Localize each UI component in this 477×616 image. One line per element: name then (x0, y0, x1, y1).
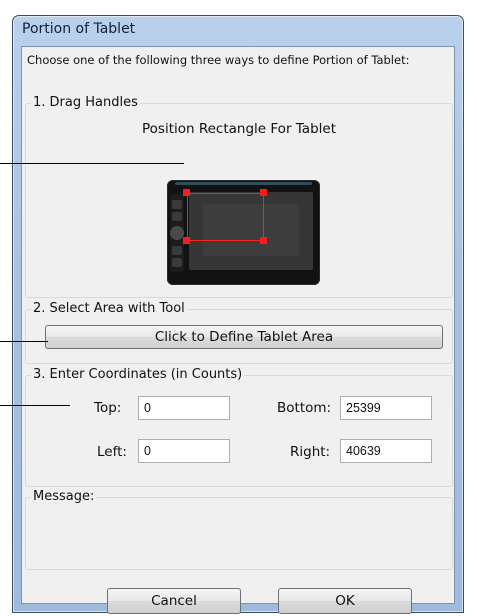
bottom-right-drag-handle[interactable] (260, 237, 267, 244)
top-right-drag-handle[interactable] (260, 189, 267, 196)
callout-line-coordinates (0, 405, 70, 406)
callout-line-select-area (0, 341, 48, 342)
callout-line-drag-handles (0, 163, 184, 164)
ok-button[interactable]: OK (278, 588, 412, 614)
express-key (172, 212, 182, 221)
enter-coordinates-group: 3. Enter Coordinates (in Counts) Top: Bo… (25, 367, 453, 487)
select-area-group: 2. Select Area with Tool Click to Define… (25, 301, 453, 364)
drag-handles-group: 1. Drag Handles Position Rectangle For T… (25, 95, 453, 298)
drag-handles-legend: 1. Drag Handles (31, 95, 140, 111)
bottom-left-drag-handle[interactable] (183, 237, 190, 244)
right-label: Right: (290, 444, 331, 460)
tablet-top-strip (175, 182, 312, 185)
title-bar[interactable]: Portion of Tablet (13, 16, 463, 46)
right-coordinate-input[interactable] (340, 439, 432, 463)
bottom-label: Bottom: (277, 400, 332, 416)
enter-coordinates-legend: 3. Enter Coordinates (in Counts) (31, 367, 245, 383)
message-group: Message: (25, 489, 453, 570)
top-coordinate-input[interactable] (138, 396, 230, 420)
express-key (172, 258, 182, 267)
select-area-legend: 2. Select Area with Tool (31, 301, 187, 317)
portion-selection-rectangle[interactable] (187, 193, 264, 241)
window-title: Portion of Tablet (22, 21, 136, 37)
touch-ring (170, 226, 184, 240)
dialog-client-area: Choose one of the following three ways t… (21, 46, 455, 614)
left-label: Left: (97, 444, 127, 460)
portion-of-tablet-dialog: Portion of Tablet Choose one of the foll… (12, 15, 464, 614)
message-legend: Message: (31, 489, 97, 505)
tablet-express-keys (170, 194, 184, 272)
express-key (172, 200, 182, 209)
cancel-button[interactable]: Cancel (107, 588, 241, 614)
intro-text: Choose one of the following three ways t… (27, 53, 410, 67)
left-coordinate-input[interactable] (138, 439, 230, 463)
top-label: Top: (94, 400, 122, 416)
define-tablet-area-button[interactable]: Click to Define Tablet Area (45, 325, 443, 349)
position-rectangle-caption: Position Rectangle For Tablet (142, 121, 336, 137)
top-left-drag-handle[interactable] (183, 189, 190, 196)
bottom-coordinate-input[interactable] (340, 396, 432, 420)
express-key (172, 246, 182, 255)
